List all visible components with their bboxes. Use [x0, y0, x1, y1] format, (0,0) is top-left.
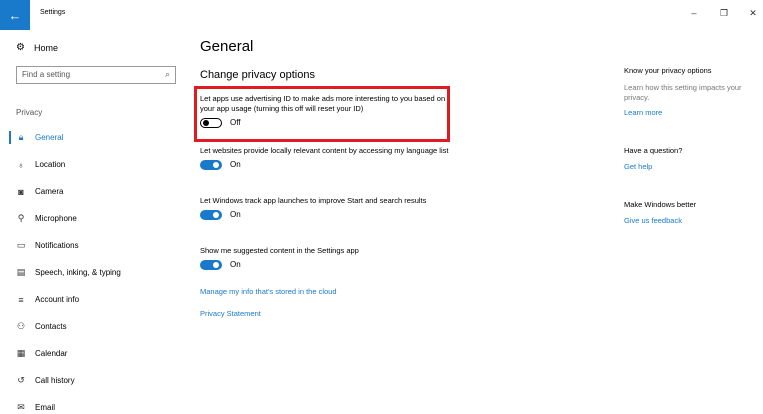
sidebar-item-label: Contacts — [35, 322, 67, 331]
back-button[interactable]: ← — [0, 0, 30, 30]
sidebar-item-camera[interactable]: ◙ Camera — [0, 178, 190, 205]
page-title: General — [200, 38, 254, 55]
sidebar-item-general[interactable]: 🔒︎ General — [0, 124, 190, 151]
sidebar-item-label: Location — [35, 160, 66, 169]
learn-more-link[interactable]: Learn more — [624, 108, 662, 117]
main-content: General Change privacy options Let apps … — [194, 32, 600, 414]
make-windows-better-heading: Make Windows better — [624, 200, 697, 209]
sidebar-item-speech[interactable]: ▤ Speech, inking, & typing — [0, 259, 190, 286]
call-history-icon: ↺ — [17, 375, 25, 385]
maximize-button[interactable]: ❐ — [714, 8, 734, 19]
close-button[interactable]: ✕ — [743, 8, 763, 19]
email-icon: ✉ — [17, 402, 25, 412]
minimize-button[interactable]: – — [684, 8, 704, 18]
advertising-id-toggle[interactable] — [200, 118, 222, 128]
setting-description: Let apps use advertising ID to make ads … — [200, 94, 446, 113]
sidebar-item-label: Notifications — [35, 241, 79, 250]
sidebar-item-label: Call history — [35, 376, 75, 385]
home-label: Home — [33, 42, 58, 53]
microphone-icon: ⚲ — [17, 213, 25, 223]
toggle-state-label: On — [230, 160, 241, 169]
sidebar-item-call-history[interactable]: ↺ Call history — [0, 367, 190, 394]
sidebar-item-label: Account info — [35, 295, 80, 304]
setting-language-list: Let websites provide locally relevant co… — [200, 146, 450, 170]
lock-icon: 🔒︎ — [18, 132, 24, 142]
search-input[interactable]: Find a setting ⌕ — [16, 66, 176, 84]
gear-icon: ⚙ — [16, 42, 25, 53]
window-title: Settings — [40, 9, 66, 16]
sidebar-item-location[interactable]: ♁ Location — [0, 151, 190, 178]
language-list-toggle[interactable] — [200, 160, 222, 170]
sidebar-item-label: Email — [35, 403, 56, 412]
toggle-state-label: On — [230, 210, 241, 219]
account-info-icon: ≡ — [18, 294, 24, 305]
setting-app-launches: Let Windows track app launches to improv… — [200, 196, 450, 220]
sidebar-item-account-info[interactable]: ≡ Account info — [0, 286, 190, 313]
setting-description: Let websites provide locally relevant co… — [200, 146, 449, 155]
toggle-state-label: Off — [230, 118, 241, 127]
privacy-statement-link[interactable]: Privacy Statement — [200, 309, 261, 318]
sidebar-item-contacts[interactable]: ⚇ Contacts — [0, 313, 190, 340]
manage-cloud-info-link[interactable]: Manage my info that's stored in the clou… — [200, 287, 337, 296]
suggested-content-toggle[interactable] — [200, 260, 222, 270]
sidebar-item-label: General — [35, 133, 64, 142]
question-heading: Have a question? — [624, 146, 683, 155]
toggle-state-label: On — [230, 260, 241, 269]
location-icon: ♁ — [17, 159, 25, 170]
setting-suggested-content: Show me suggested content in the Setting… — [200, 246, 450, 270]
calendar-icon: ▦ — [16, 348, 26, 358]
nav-list: 🔒︎ General ♁ Location ◙ Camera ⚲ Microph… — [0, 124, 190, 414]
camera-icon: ◙ — [18, 186, 24, 197]
sidebar-item-notifications[interactable]: ▭ Notifications — [0, 232, 190, 259]
sidebar-item-label: Camera — [35, 187, 64, 196]
notifications-icon: ▭ — [16, 240, 26, 250]
sidebar: ⚙ Home Find a setting ⌕ Privacy 🔒︎ Gener… — [0, 32, 190, 414]
get-help-link[interactable]: Get help — [624, 162, 652, 171]
give-feedback-link[interactable]: Give us feedback — [624, 216, 682, 225]
know-privacy-text: Learn how this setting impacts your priv… — [624, 83, 742, 102]
section-subtitle: Change privacy options — [200, 69, 315, 81]
sidebar-item-label: Microphone — [35, 214, 77, 223]
contacts-icon: ⚇ — [16, 321, 26, 331]
title-bar: ← Settings – ❐ ✕ — [0, 0, 763, 32]
sidebar-item-email[interactable]: ✉ Email — [0, 394, 190, 414]
know-privacy-heading: Know your privacy options — [624, 66, 712, 75]
setting-description: Let Windows track app launches to improv… — [200, 196, 427, 205]
sidebar-item-label: Speech, inking, & typing — [35, 268, 121, 277]
search-placeholder: Find a setting — [22, 70, 71, 79]
settings-window: ← Settings – ❐ ✕ ⚙ Home Find a setting ⌕… — [0, 0, 763, 414]
section-label: Privacy — [16, 108, 43, 117]
search-icon: ⌕ — [164, 69, 170, 79]
app-launches-toggle[interactable] — [200, 210, 222, 220]
home-link[interactable]: ⚙ Home — [16, 42, 58, 53]
sidebar-item-microphone[interactable]: ⚲ Microphone — [0, 205, 190, 232]
speech-icon: ▤ — [16, 267, 26, 277]
sidebar-item-calendar[interactable]: ▦ Calendar — [0, 340, 190, 367]
back-arrow-icon: ← — [8, 7, 22, 23]
sidebar-item-label: Calendar — [35, 349, 68, 358]
setting-advertising-id: Let apps use advertising ID to make ads … — [200, 94, 450, 128]
setting-description: Show me suggested content in the Setting… — [200, 246, 359, 255]
